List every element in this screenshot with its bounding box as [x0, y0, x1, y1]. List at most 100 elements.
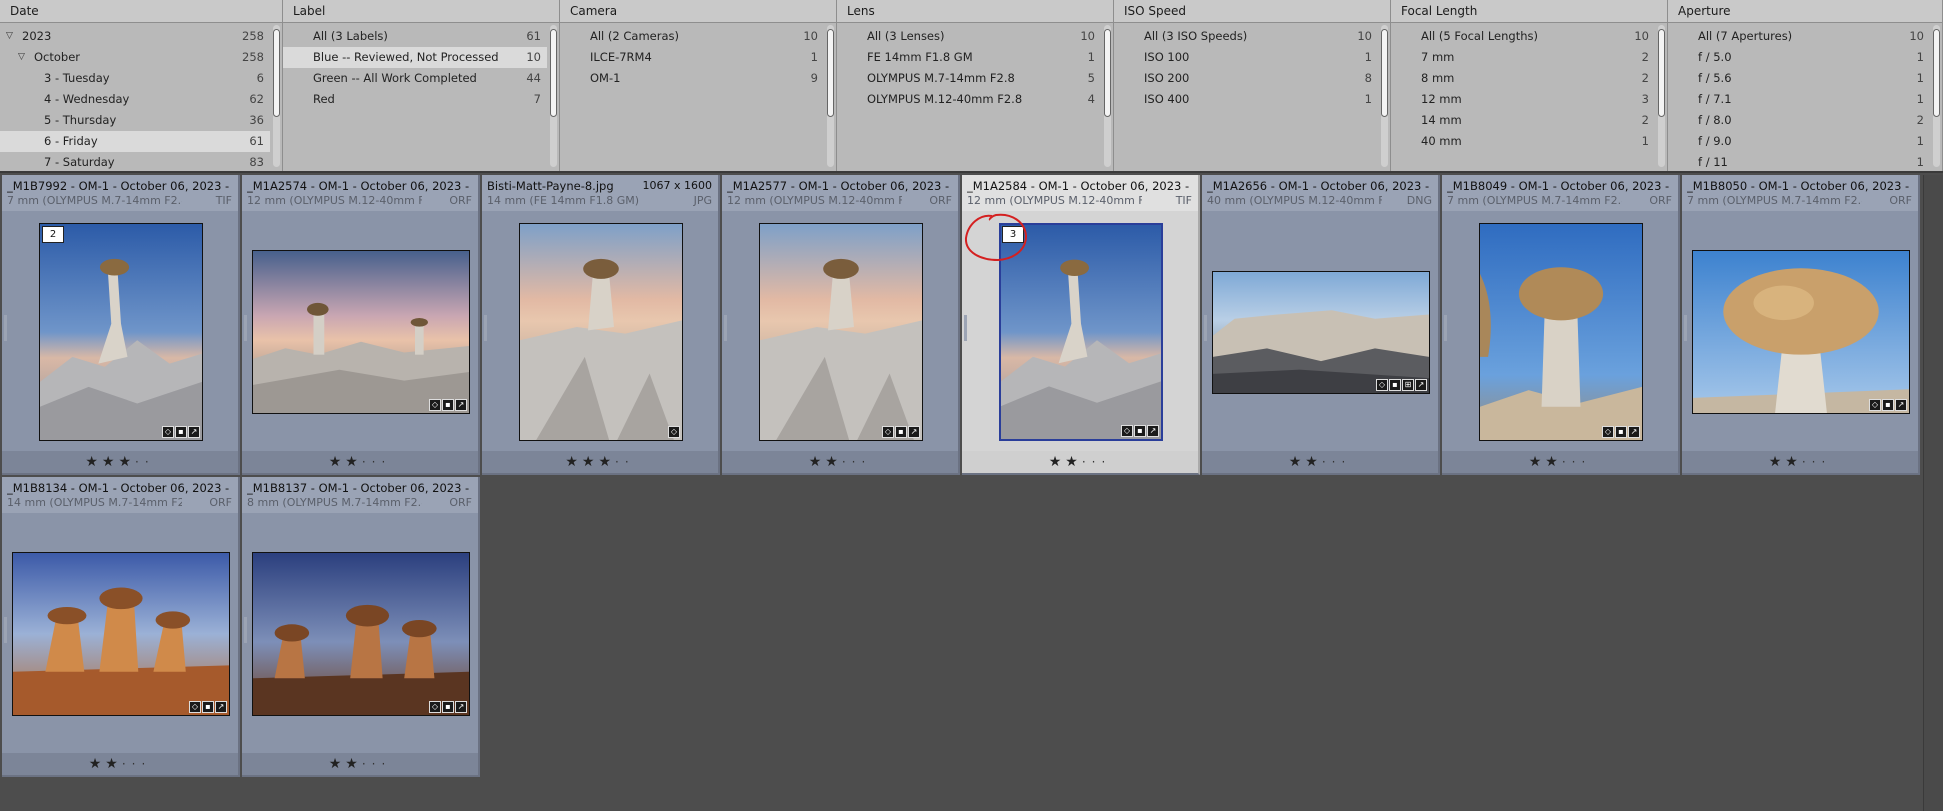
filter-item[interactable]: 5 - Thursday 36	[0, 110, 270, 131]
filter-item[interactable]: f / 11 1	[1668, 152, 1930, 171]
comment-icon[interactable]: ▪	[1615, 426, 1627, 438]
filter-item[interactable]: OM-1 9	[560, 68, 824, 89]
keyword-tag-icon[interactable]: ◇	[882, 426, 894, 438]
photo-thumbnail[interactable]: ◇	[519, 223, 683, 441]
develop-adjustment-icon[interactable]: ↗	[1628, 426, 1640, 438]
filter-item[interactable]: ISO 400 1	[1114, 89, 1378, 110]
cell-grip-handle[interactable]	[1444, 315, 1447, 341]
comment-icon[interactable]: ▪	[1882, 399, 1894, 411]
cell-grip-handle[interactable]	[964, 315, 967, 341]
filter-item[interactable]: 14 mm 2	[1391, 110, 1655, 131]
crop-icon[interactable]: ⊞	[1402, 379, 1414, 391]
develop-adjustment-icon[interactable]: ↗	[1147, 425, 1159, 437]
develop-adjustment-icon[interactable]: ↗	[1895, 399, 1907, 411]
photo-cell[interactable]: _M1B8050 - OM-1 - October 06, 2023 - 196…	[1682, 175, 1920, 475]
filter-column-scrollbar[interactable]	[1933, 25, 1940, 167]
keyword-tag-icon[interactable]: ◇	[1869, 399, 1881, 411]
filter-item[interactable]: ILCE-7RM4 1	[560, 47, 824, 68]
empty-rating-dots[interactable]: ···	[842, 455, 871, 469]
empty-rating-dots[interactable]: ··	[615, 455, 635, 469]
cell-grip-handle[interactable]	[1684, 315, 1687, 341]
filter-column-header[interactable]: Aperture	[1668, 0, 1942, 23]
empty-rating-dots[interactable]: ···	[122, 757, 151, 771]
filter-item[interactable]: 8 mm 2	[1391, 68, 1655, 89]
cell-grip-handle[interactable]	[1204, 315, 1207, 341]
photo-rating[interactable]: ★★★··	[2, 451, 238, 473]
scrollbar-thumb[interactable]	[1933, 29, 1940, 117]
keyword-tag-icon[interactable]: ◇	[668, 426, 680, 438]
photo-cell[interactable]: _M1B7992 - OM-1 - October 06, 2023 - 196…	[2, 175, 240, 475]
photo-thumbnail[interactable]: ◇ ▪ ↗	[1479, 223, 1643, 441]
photo-cell[interactable]: _M1A2656 - OM-1 - October 06, 2023 - 197…	[1202, 175, 1440, 475]
filter-column-header[interactable]: ISO Speed	[1114, 0, 1390, 23]
scrollbar-thumb[interactable]	[827, 29, 834, 117]
scrollbar-thumb[interactable]	[1381, 29, 1388, 117]
keyword-tag-icon[interactable]: ◇	[429, 701, 441, 713]
photo-cell[interactable]: _M1B8137 - OM-1 - October 06, 2023 - 196…	[242, 477, 480, 777]
filter-item[interactable]: f / 8.0 2	[1668, 110, 1930, 131]
filter-item[interactable]: All (3 ISO Speeds) 10	[1114, 26, 1378, 47]
filter-column-scrollbar[interactable]	[1381, 25, 1388, 167]
filter-item[interactable]: All (3 Labels) 61	[283, 26, 547, 47]
photo-rating[interactable]: ★★···	[242, 451, 478, 473]
cell-grip-handle[interactable]	[4, 617, 7, 643]
filter-column-header[interactable]: Date	[0, 0, 282, 23]
photo-thumbnail[interactable]: ◇ ▪ ↗	[759, 223, 923, 441]
filter-column-scrollbar[interactable]	[550, 25, 557, 167]
filter-item[interactable]: 4 - Wednesday 62	[0, 89, 270, 110]
filter-item[interactable]: OLYMPUS M.12-40mm F2.8 4	[837, 89, 1101, 110]
filter-item[interactable]: ISO 100 1	[1114, 47, 1378, 68]
photo-cell[interactable]: _M1B8049 - OM-1 - October 06, 2023 - 196…	[1442, 175, 1680, 475]
star-rating-icon[interactable]: ★★···	[1529, 454, 1592, 470]
photo-cell[interactable]: _M1A2584 - OM-1 - October 06, 2023 - 196…	[962, 175, 1200, 475]
filter-column-scrollbar[interactable]	[273, 25, 280, 167]
star-rating-icon[interactable]: ★★···	[89, 756, 152, 772]
cell-grip-handle[interactable]	[244, 617, 247, 643]
filter-column-header[interactable]: Camera	[560, 0, 836, 23]
filter-item[interactable]: All (3 Lenses) 10	[837, 26, 1101, 47]
develop-adjustment-icon[interactable]: ↗	[455, 399, 467, 411]
star-rating-icon[interactable]: ★★★··	[565, 454, 634, 470]
filter-item[interactable]: Blue -- Reviewed, Not Processed 10	[283, 47, 547, 68]
filter-item[interactable]: f / 7.1 1	[1668, 89, 1930, 110]
filter-item[interactable]: 7 mm 2	[1391, 47, 1655, 68]
filter-item[interactable]: ISO 200 8	[1114, 68, 1378, 89]
empty-rating-dots[interactable]: ···	[362, 455, 391, 469]
filter-item[interactable]: 12 mm 3	[1391, 89, 1655, 110]
photo-rating[interactable]: ★★★··	[482, 451, 718, 473]
empty-rating-dots[interactable]: ···	[1082, 455, 1111, 469]
filter-item[interactable]: FE 14mm F1.8 GM 1	[837, 47, 1101, 68]
filter-item[interactable]: f / 9.0 1	[1668, 131, 1930, 152]
photo-thumbnail[interactable]: ◇ ▪ ↗	[999, 223, 1163, 441]
photo-thumbnail[interactable]: ◇ ▪ ↗	[252, 250, 470, 414]
filter-item[interactable]: All (7 Apertures) 10	[1668, 26, 1930, 47]
photo-cell[interactable]: _M1A2574 - OM-1 - October 06, 2023 - 196…	[242, 175, 480, 475]
develop-adjustment-icon[interactable]: ↗	[455, 701, 467, 713]
star-rating-icon[interactable]: ★★···	[809, 454, 872, 470]
star-rating-icon[interactable]: ★★···	[329, 454, 392, 470]
star-rating-icon[interactable]: ★★···	[1289, 454, 1352, 470]
keyword-tag-icon[interactable]: ◇	[162, 426, 174, 438]
develop-adjustment-icon[interactable]: ↗	[1415, 379, 1427, 391]
photo-rating[interactable]: ★★···	[722, 451, 958, 473]
filter-column-scrollbar[interactable]	[827, 25, 834, 167]
filter-item[interactable]: ▽ October 258	[0, 47, 270, 68]
stack-count-badge[interactable]: 3	[1002, 226, 1024, 243]
disclosure-triangle-icon[interactable]: ▽	[6, 26, 13, 47]
develop-adjustment-icon[interactable]: ↗	[908, 426, 920, 438]
empty-rating-dots[interactable]: ···	[1802, 455, 1831, 469]
empty-rating-dots[interactable]: ··	[135, 455, 155, 469]
star-rating-icon[interactable]: ★★★··	[85, 454, 154, 470]
filter-item[interactable]: All (5 Focal Lengths) 10	[1391, 26, 1655, 47]
photo-rating[interactable]: ★★···	[1442, 451, 1678, 473]
photo-cell[interactable]: _M1A2577 - OM-1 - October 06, 2023 - 196…	[722, 175, 960, 475]
photo-rating[interactable]: ★★···	[962, 451, 1198, 473]
keyword-tag-icon[interactable]: ◇	[1376, 379, 1388, 391]
scrollbar-thumb[interactable]	[1658, 29, 1665, 117]
comment-icon[interactable]: ▪	[175, 426, 187, 438]
grid-scrollbar[interactable]	[1923, 175, 1943, 811]
filter-item[interactable]: All (2 Cameras) 10	[560, 26, 824, 47]
comment-icon[interactable]: ▪	[442, 399, 454, 411]
photo-rating[interactable]: ★★···	[1202, 451, 1438, 473]
empty-rating-dots[interactable]: ···	[1562, 455, 1591, 469]
